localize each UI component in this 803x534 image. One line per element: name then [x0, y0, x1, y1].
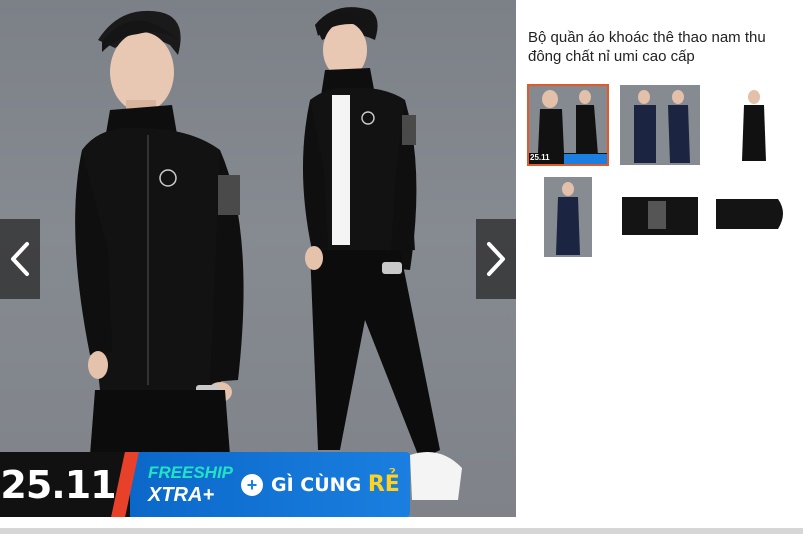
thumbnail-1-promo-date: 25.11: [530, 153, 550, 162]
promo-banner: 25.11 FREESHIP XTRA+ + GÌ CÙNG RẺ: [0, 452, 410, 517]
thumbnail-3-image: [712, 85, 792, 165]
model-left: [75, 10, 244, 455]
previous-image-button[interactable]: [0, 219, 40, 299]
promo-cheap-main: GÌ CÙNG: [271, 474, 362, 496]
freeship-label: FREESHIP: [148, 463, 234, 482]
promo-offer: FREESHIP XTRA+ + GÌ CÙNG RẺ: [130, 452, 410, 517]
chevron-right-icon: [487, 242, 505, 276]
next-image-button[interactable]: [476, 219, 516, 299]
thumbnail-5[interactable]: [620, 193, 700, 239]
thumbnail-6-image: [712, 193, 792, 239]
promo-date: 25.11: [0, 462, 116, 507]
plus-icon: +: [241, 473, 264, 496]
thumbnail-3[interactable]: [712, 85, 792, 165]
main-product-image[interactable]: [0, 0, 516, 517]
bottom-divider: [0, 528, 803, 534]
thumbnail-1[interactable]: 25.11: [527, 84, 609, 166]
model-right: [302, 7, 462, 500]
thumbnail-6[interactable]: [712, 193, 792, 239]
chevron-left-icon: [11, 242, 29, 276]
freeship-xtra-label: XTRA+: [148, 484, 215, 506]
thumbnail-2[interactable]: [620, 85, 700, 165]
product-title: Bộ quần áo khoác thê thao nam thu đông c…: [528, 29, 766, 65]
promo-date-block: 25.11: [0, 452, 139, 517]
promo-cheap-accent: RẺ: [367, 472, 400, 497]
thumbnail-2-image: [620, 85, 700, 165]
thumbnail-4[interactable]: [544, 177, 592, 257]
thumbnail-5-image: [620, 193, 700, 239]
freeship-badge: FREESHIP XTRA+: [148, 464, 233, 505]
thumbnail-4-image: [544, 177, 592, 257]
promo-cheap-text: GÌ CÙNG RẺ: [271, 472, 400, 497]
